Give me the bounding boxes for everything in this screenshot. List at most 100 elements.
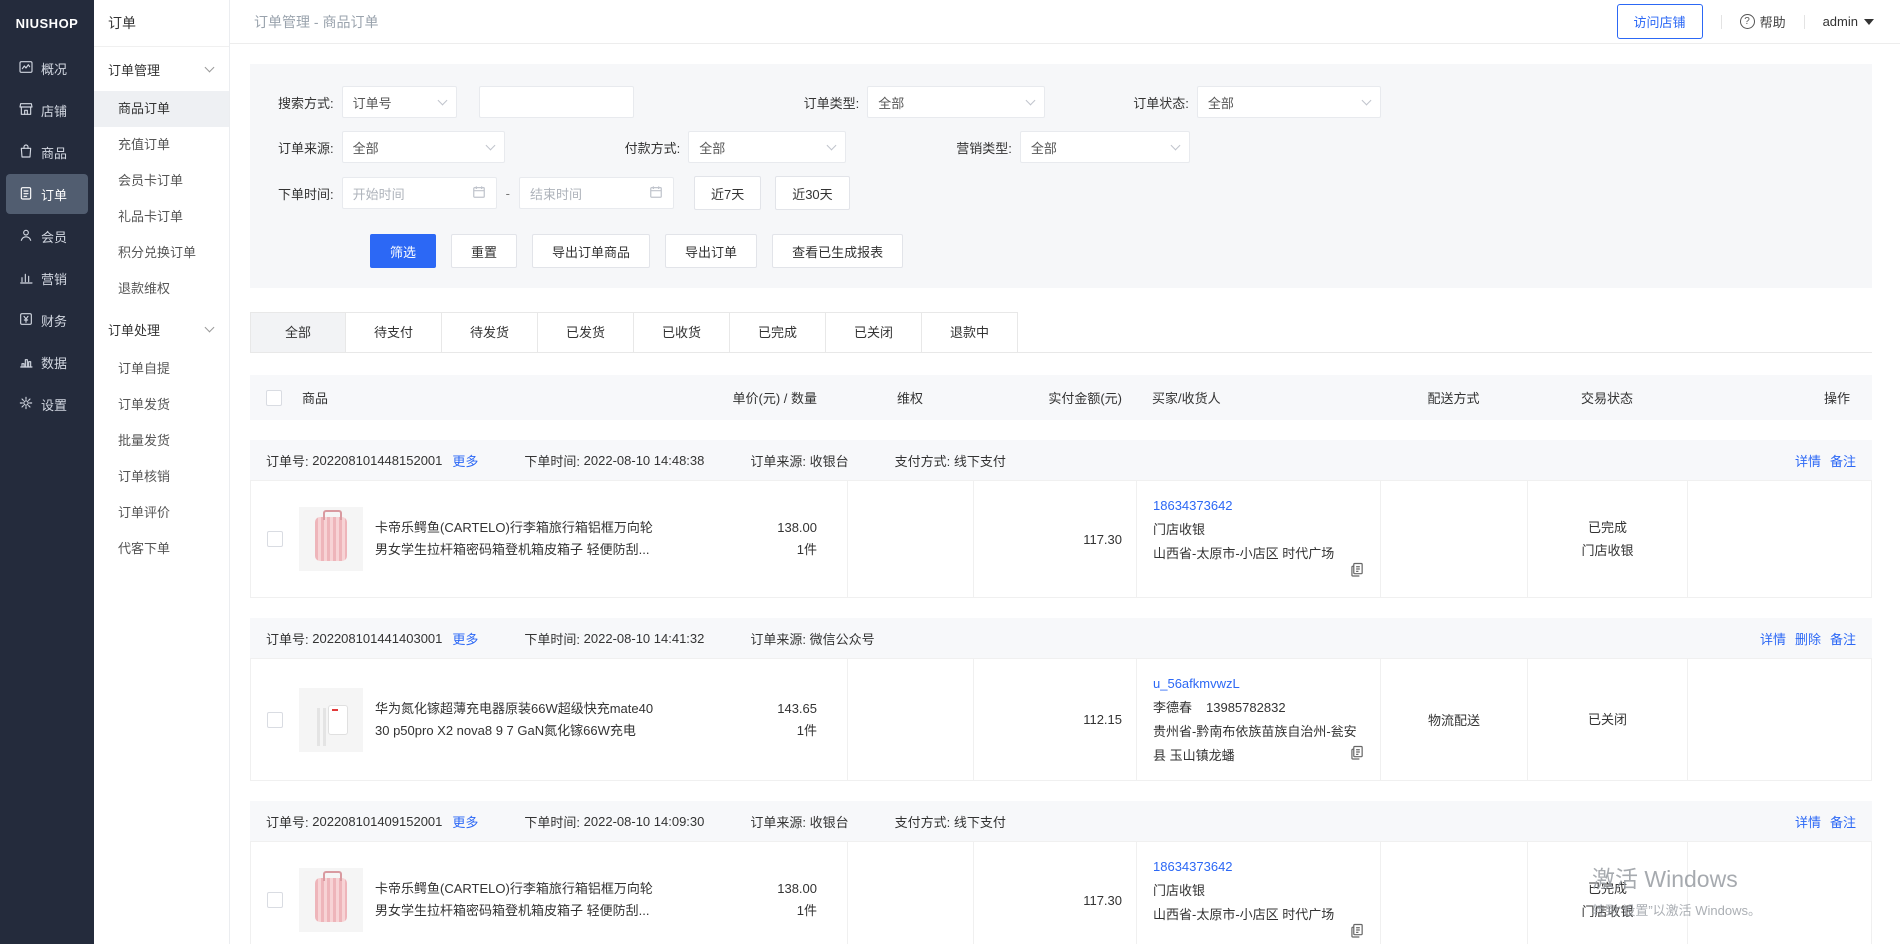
- question-icon: ?: [1740, 14, 1755, 29]
- tab-pending-payment[interactable]: 待支付: [346, 312, 442, 352]
- sidebar-item-finance[interactable]: 财务: [6, 300, 88, 340]
- submenu-item-giftcard-orders[interactable]: 礼品卡订单: [94, 199, 229, 235]
- status-line1: 已完成: [1588, 516, 1627, 539]
- price-qty: 143.65 1件: [777, 698, 847, 742]
- sidebar-item-settings[interactable]: 设置: [6, 384, 88, 424]
- tab-completed[interactable]: 已完成: [730, 312, 826, 352]
- order-time: 下单时间: 2022-08-10 14:09:30: [524, 812, 704, 831]
- divider: [1721, 15, 1722, 29]
- sidebar-item-label: 会员: [41, 227, 67, 246]
- price-qty: 138.00 1件: [777, 878, 847, 922]
- sidebar-item-orders[interactable]: 订单: [6, 174, 88, 214]
- filter-row-3: 下单时间: 开始时间 - 结束时间 近7天 近30天: [278, 176, 1844, 210]
- rights-cell: [848, 659, 974, 780]
- buyer-account-link[interactable]: u_56afkmvwzL: [1153, 672, 1366, 696]
- pay-type-select[interactable]: 全部: [688, 131, 846, 163]
- quantity: 1件: [777, 539, 817, 561]
- search-type-select[interactable]: 订单号: [342, 86, 457, 118]
- action-cell: [1688, 481, 1871, 597]
- submenu-item-points-orders[interactable]: 积分兑换订单: [94, 235, 229, 271]
- submenu-item-recharge-orders[interactable]: 充值订单: [94, 127, 229, 163]
- row-checkbox[interactable]: [267, 712, 283, 728]
- tab-shipped[interactable]: 已发货: [538, 312, 634, 352]
- keyword-input[interactable]: [479, 86, 634, 118]
- row-checkbox[interactable]: [267, 892, 283, 908]
- tab-received[interactable]: 已收货: [634, 312, 730, 352]
- remark-link[interactable]: 备注: [1830, 629, 1856, 648]
- brand-logo: NIUSHOP: [0, 0, 94, 46]
- sidebar-item-data[interactable]: 数据: [6, 342, 88, 382]
- status-line2: 门店收银: [1581, 900, 1633, 923]
- submenu-item-order-shipping[interactable]: 订单发货: [94, 387, 229, 423]
- detail-link[interactable]: 详情: [1760, 629, 1786, 648]
- tab-closed[interactable]: 已关闭: [826, 312, 922, 352]
- submenu-item-refund-rights[interactable]: 退款维权: [94, 271, 229, 307]
- select-value: 全部: [353, 138, 379, 157]
- submenu-item-goods-orders[interactable]: 商品订单: [94, 91, 229, 127]
- end-date-input[interactable]: 结束时间: [519, 177, 674, 209]
- user-menu[interactable]: admin: [1823, 14, 1874, 29]
- marketing-type-select[interactable]: 全部: [1020, 131, 1190, 163]
- filter-row-2: 订单来源: 全部 付款方式: 全部 营销类型: 全部: [278, 131, 1844, 163]
- tab-all[interactable]: 全部: [250, 312, 346, 352]
- visit-shop-button[interactable]: 访问店铺: [1617, 4, 1703, 39]
- order-block: 订单号: 202208101409152001 更多 下单时间: 2022-08…: [250, 801, 1872, 944]
- remark-link[interactable]: 备注: [1830, 451, 1856, 470]
- order-row: 华为氮化镓超薄充电器原装66W超级快充mate40 30 p50pro X2 n…: [250, 658, 1872, 781]
- view-reports-button[interactable]: 查看已生成报表: [772, 234, 903, 268]
- marketing-type-label: 营销类型:: [956, 138, 1012, 157]
- detail-link[interactable]: 详情: [1795, 451, 1821, 470]
- buyer-account-link[interactable]: 18634373642: [1153, 855, 1366, 879]
- help-button[interactable]: ? 帮助: [1740, 12, 1786, 31]
- submenu-group-order-management[interactable]: 订单管理: [94, 47, 229, 91]
- chevron-down-icon: [205, 62, 215, 72]
- filter-button[interactable]: 筛选: [370, 234, 436, 268]
- product-title: 华为氮化镓超薄充电器原装66W超级快充mate40 30 p50pro X2 n…: [375, 698, 663, 742]
- filter-buttons: 筛选 重置 导出订单商品 导出订单 查看已生成报表: [278, 234, 1844, 268]
- header-status: 交易状态: [1527, 388, 1687, 407]
- start-date-input[interactable]: 开始时间: [342, 177, 497, 209]
- last-7-days-button[interactable]: 近7天: [694, 176, 761, 210]
- action-cell: [1688, 842, 1871, 944]
- reset-button[interactable]: 重置: [451, 234, 517, 268]
- more-link[interactable]: 更多: [452, 812, 478, 831]
- copy-address-icon[interactable]: [1351, 561, 1364, 585]
- export-order-goods-button[interactable]: 导出订单商品: [532, 234, 650, 268]
- select-all-checkbox[interactable]: [266, 390, 282, 406]
- copy-address-icon[interactable]: [1351, 922, 1364, 944]
- submenu-item-batch-shipping[interactable]: 批量发货: [94, 423, 229, 459]
- order-no: 订单号: 202208101409152001 更多: [266, 812, 478, 831]
- sidebar-item-overview[interactable]: 概况: [6, 48, 88, 88]
- sidebar-item-goods[interactable]: 商品: [6, 132, 88, 172]
- placeholder-text: 开始时间: [353, 184, 405, 203]
- order-status-select[interactable]: 全部: [1197, 86, 1381, 118]
- submenu-item-order-verify[interactable]: 订单核销: [94, 459, 229, 495]
- tab-pending-shipment[interactable]: 待发货: [442, 312, 538, 352]
- submenu-item-order-pickup[interactable]: 订单自提: [94, 351, 229, 387]
- detail-link[interactable]: 详情: [1795, 812, 1821, 831]
- export-orders-button[interactable]: 导出订单: [665, 234, 757, 268]
- sidebar-item-shop[interactable]: 店铺: [6, 90, 88, 130]
- remark-link[interactable]: 备注: [1830, 812, 1856, 831]
- order-no: 订单号: 202208101441403001 更多: [266, 629, 478, 648]
- buyer-account-link[interactable]: 18634373642: [1153, 494, 1366, 518]
- submenu-item-proxy-order[interactable]: 代客下单: [94, 531, 229, 567]
- chart-growth-icon: [18, 353, 34, 372]
- status-line1: 已完成: [1588, 877, 1627, 900]
- submenu-group-order-processing[interactable]: 订单处理: [94, 307, 229, 351]
- delete-link[interactable]: 删除: [1795, 629, 1821, 648]
- tab-refunding[interactable]: 退款中: [922, 312, 1018, 352]
- sidebar-item-members[interactable]: 会员: [6, 216, 88, 256]
- copy-address-icon[interactable]: [1351, 744, 1364, 768]
- row-checkbox[interactable]: [267, 531, 283, 547]
- last-30-days-button[interactable]: 近30天: [775, 176, 849, 210]
- order-type-select[interactable]: 全部: [867, 86, 1045, 118]
- submenu-item-membercard-orders[interactable]: 会员卡订单: [94, 163, 229, 199]
- product-cell: 华为氮化镓超薄充电器原装66W超级快充mate40 30 p50pro X2 n…: [251, 659, 848, 780]
- more-link[interactable]: 更多: [452, 451, 478, 470]
- submenu-item-order-review[interactable]: 订单评价: [94, 495, 229, 531]
- sidebar-item-marketing[interactable]: 营销: [6, 258, 88, 298]
- order-source-select[interactable]: 全部: [342, 131, 505, 163]
- more-link[interactable]: 更多: [452, 629, 478, 648]
- chevron-down-icon: [437, 95, 447, 105]
